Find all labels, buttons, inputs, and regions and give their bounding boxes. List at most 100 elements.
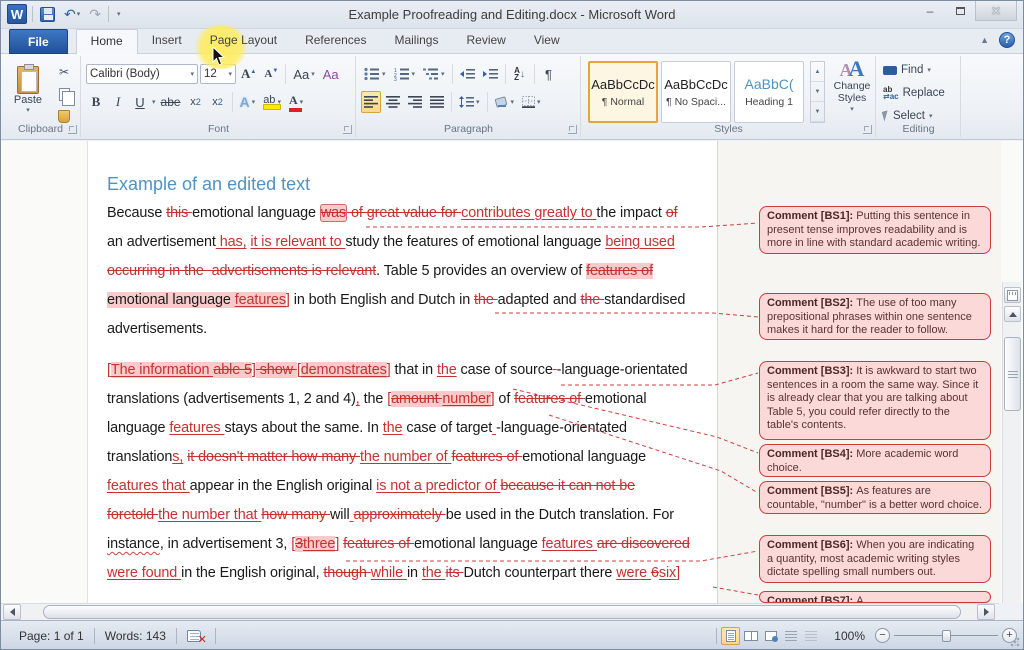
- tab-mailings[interactable]: Mailings: [380, 29, 452, 54]
- change-case-button[interactable]: Aa▾: [290, 63, 317, 85]
- doc-line-p2-2[interactable]: translations (advertisements 1, 2 and 4)…: [107, 385, 646, 414]
- replace-button[interactable]: ab⇄acReplace: [881, 83, 947, 103]
- zoom-slider-thumb[interactable]: [942, 630, 951, 642]
- font-color-button[interactable]: A▾: [286, 91, 306, 113]
- comment-bs2[interactable]: Comment [BS2]: The use of too many prepo…: [759, 293, 991, 340]
- horizontal-scrollbar[interactable]: [1, 603, 999, 620]
- print-layout-view-button[interactable]: [721, 627, 740, 645]
- bold-button[interactable]: B: [86, 91, 106, 113]
- doc-line-p2-8[interactable]: were found in the English original, thou…: [107, 559, 680, 588]
- close-button[interactable]: ✕: [975, 1, 1017, 21]
- decrease-indent-button[interactable]: [457, 63, 478, 85]
- underline-button[interactable]: U: [130, 91, 150, 113]
- zoom-slider[interactable]: [894, 628, 998, 643]
- tab-references[interactable]: References: [291, 29, 380, 54]
- document-page[interactable]: Example of an edited text Because this e…: [87, 141, 717, 603]
- style--no-spaci-[interactable]: AaBbCcDc¶ No Spaci...: [661, 61, 731, 123]
- styles-scroll[interactable]: ▲▼▼: [810, 61, 825, 123]
- comment-bs6[interactable]: Comment [BS6]: When you are indicating a…: [759, 535, 991, 583]
- shrink-font-button[interactable]: A: [261, 63, 281, 85]
- tab-page-layout[interactable]: Page Layout: [196, 29, 291, 54]
- copy-button[interactable]: [53, 84, 75, 104]
- fullscreen-reading-view-button[interactable]: [741, 627, 760, 645]
- scroll-up-button[interactable]: [1004, 306, 1021, 322]
- numbering-button[interactable]: 123▾: [391, 63, 419, 85]
- increase-indent-button[interactable]: [480, 63, 501, 85]
- word-count[interactable]: Words: 143: [95, 621, 176, 650]
- strikethrough-button[interactable]: abe: [158, 91, 184, 113]
- doc-line-p2-3[interactable]: language features stays about the same. …: [107, 414, 627, 443]
- resize-grip[interactable]: [1010, 637, 1020, 647]
- scroll-left-button[interactable]: [3, 604, 21, 620]
- grow-font-button[interactable]: A: [238, 63, 259, 85]
- align-right-button[interactable]: [405, 91, 425, 113]
- clipboard-dialog-launcher[interactable]: [68, 125, 77, 134]
- horizontal-scroll-thumb[interactable]: [43, 605, 961, 619]
- copy-icon: [59, 88, 70, 101]
- text-effects-button[interactable]: A▾: [237, 91, 259, 113]
- view-ruler-button[interactable]: [1004, 287, 1021, 303]
- superscript-button[interactable]: x2: [208, 91, 228, 113]
- style--normal[interactable]: AaBbCcDc¶ Normal: [588, 61, 658, 123]
- subscript-button[interactable]: x2: [186, 91, 206, 113]
- font-name-combo[interactable]: Calibri (Body)▾: [86, 64, 198, 84]
- web-layout-view-button[interactable]: [761, 627, 780, 645]
- vertical-scrollbar[interactable]: [1002, 282, 1021, 603]
- doc-line-p2-5[interactable]: features that appear in the English orig…: [107, 472, 635, 501]
- styles-dialog-launcher[interactable]: [863, 125, 872, 134]
- comment-bs3[interactable]: Comment [BS3]: It is awkward to start tw…: [759, 361, 991, 440]
- doc-line-p1-1[interactable]: Because this emotional language was of g…: [107, 199, 678, 228]
- show-hide-pilcrow-button[interactable]: ¶: [539, 63, 559, 85]
- doc-line-p2-1[interactable]: [The information able 5] show [demonstra…: [107, 356, 687, 385]
- borders-button[interactable]: ▾: [519, 91, 544, 113]
- text-highlight-button[interactable]: ab▾: [260, 91, 284, 113]
- tab-review[interactable]: Review: [452, 29, 519, 54]
- comment-bs5[interactable]: Comment [BS5]: As features are countable…: [759, 481, 991, 514]
- tab-file[interactable]: File: [9, 29, 68, 54]
- minimize-ribbon-icon[interactable]: ▲: [980, 35, 989, 45]
- doc-line-p2-4[interactable]: translations, it doesn't matter how many…: [107, 443, 646, 472]
- minimize-button[interactable]: –: [915, 1, 945, 21]
- align-left-button[interactable]: [361, 91, 381, 113]
- outline-view-button[interactable]: [781, 627, 800, 645]
- change-styles-button[interactable]: AA Change Styles ▾: [830, 61, 874, 127]
- align-center-icon: [386, 96, 400, 108]
- doc-line-p1-2[interactable]: an advertisement has, it is relevant to …: [107, 228, 675, 257]
- doc-line-p1-3[interactable]: occurring in the advertisements is relev…: [107, 257, 653, 286]
- comment-bs7[interactable]: Comment [BS7]: A: [759, 591, 991, 603]
- paste-button[interactable]: Paste ▾: [7, 62, 49, 130]
- text-run: features that: [107, 478, 190, 494]
- doc-line-p1-5[interactable]: advertisements.: [107, 315, 207, 344]
- paragraph-dialog-launcher[interactable]: [568, 125, 577, 134]
- draft-view-button[interactable]: [801, 627, 820, 645]
- cut-button[interactable]: ✂: [53, 62, 75, 82]
- zoom-out-button[interactable]: −: [875, 628, 890, 643]
- scroll-right-button[interactable]: [977, 604, 995, 620]
- align-center-button[interactable]: [383, 91, 403, 113]
- font-dialog-launcher[interactable]: [343, 125, 352, 134]
- comment-bs4[interactable]: Comment [BS4]: More academic word choice…: [759, 444, 991, 477]
- doc-line-p1-4[interactable]: emotional language features] in both Eng…: [107, 286, 685, 315]
- style-heading-1[interactable]: AaBbC(Heading 1: [734, 61, 804, 123]
- help-button[interactable]: ?: [999, 32, 1015, 48]
- multilevel-list-button[interactable]: ▾: [420, 63, 448, 85]
- maximize-button[interactable]: [945, 1, 975, 21]
- tab-view[interactable]: View: [520, 29, 574, 54]
- find-button[interactable]: Find▾: [881, 60, 947, 80]
- italic-button[interactable]: I: [108, 91, 128, 113]
- doc-line-p2-6[interactable]: foretold the number that how many will a…: [107, 501, 674, 530]
- shading-button[interactable]: ▾: [492, 91, 518, 113]
- vertical-scroll-thumb[interactable]: [1004, 337, 1021, 411]
- proofing-status[interactable]: ✕: [177, 621, 215, 650]
- page-indicator[interactable]: Page: 1 of 1: [9, 621, 94, 650]
- comment-bs1[interactable]: Comment [BS1]: Putting this sentence in …: [759, 206, 991, 254]
- tab-home[interactable]: Home: [76, 29, 138, 54]
- tab-insert[interactable]: Insert: [138, 29, 196, 54]
- doc-line-p2-7[interactable]: instance, in advertisement 3, [3three] f…: [107, 530, 690, 559]
- bullets-button[interactable]: ▾: [361, 63, 389, 85]
- line-spacing-button[interactable]: ▾: [456, 91, 483, 113]
- sort-button[interactable]: AZ↓: [510, 63, 530, 85]
- justify-button[interactable]: [427, 91, 447, 113]
- clear-formatting-button[interactable]: Aa: [320, 63, 342, 85]
- zoom-level[interactable]: 100%: [834, 629, 865, 643]
